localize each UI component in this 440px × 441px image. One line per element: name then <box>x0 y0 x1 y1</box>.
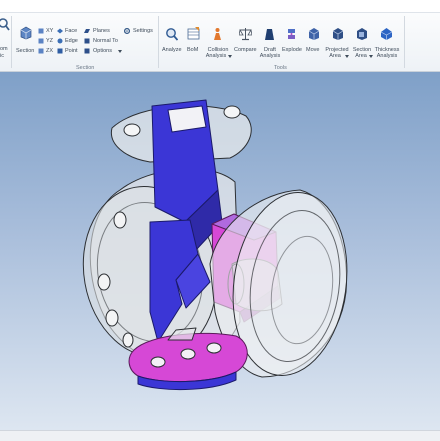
edge-icon <box>57 38 63 44</box>
cut-label-1: om <box>0 46 8 52</box>
options-icon <box>84 48 90 54</box>
collision-figure-icon <box>214 28 221 40</box>
face-label: Face <box>65 28 78 34</box>
bom-table-icon <box>187 27 200 40</box>
options-label: Options <box>93 48 112 54</box>
3d-viewport[interactable] <box>0 72 440 430</box>
normal-to-icon <box>84 38 90 44</box>
status-bar <box>0 430 440 441</box>
compare-label: Compare <box>234 47 257 53</box>
thickness-cube-icon <box>380 28 393 40</box>
planes-icon <box>84 29 90 33</box>
yz-plane-icon <box>38 38 44 44</box>
ribbon-separator <box>158 16 159 68</box>
explode-icon <box>288 29 295 39</box>
bolt-hole <box>122 332 134 348</box>
ribbon-separator <box>404 16 405 68</box>
planes-label: Planes <box>93 28 110 34</box>
settings-label: Settings <box>133 28 153 34</box>
top-boss-hole <box>223 105 241 119</box>
draft-label-2: Analysis <box>259 53 281 59</box>
base-hole <box>150 356 166 368</box>
explode-label: Explode <box>282 47 302 53</box>
move-cube-icon <box>308 28 320 40</box>
base-hole <box>180 348 196 360</box>
edge-label: Edge <box>65 38 78 44</box>
magnifier-icon[interactable] <box>0 17 10 31</box>
thickness-label-2: Analysis <box>376 53 398 59</box>
ribbon-toolbar: om ic Section XY YZ ZX Face Edge Point P… <box>0 12 440 72</box>
draft-bell-icon <box>265 29 274 40</box>
zx-plane-icon <box>38 48 44 54</box>
bolt-hole <box>97 273 111 291</box>
xy-label: XY <box>46 28 54 34</box>
section-cube-icon <box>20 26 32 40</box>
compare-scale-icon <box>239 28 252 41</box>
title-strip <box>0 0 440 12</box>
move-label: Move <box>306 47 320 53</box>
base-hole <box>206 342 222 354</box>
projected-area-icon <box>332 28 344 40</box>
bom-label: BoM <box>187 47 199 53</box>
bolt-hole <box>113 211 127 229</box>
collision-label-2: Analysis <box>205 53 227 59</box>
top-boss-hole <box>123 123 141 137</box>
tools-group-label: Tools <box>274 65 287 71</box>
chevron-down-icon <box>228 55 232 58</box>
face-icon <box>57 28 63 34</box>
xy-plane-icon <box>38 28 44 34</box>
chevron-down-icon <box>118 50 122 53</box>
zx-label: ZX <box>46 48 54 54</box>
point-icon <box>57 48 63 54</box>
bolt-hole <box>105 309 119 327</box>
gear-icon <box>124 28 130 34</box>
yz-label: YZ <box>46 38 54 44</box>
section-area-icon <box>357 28 367 40</box>
section-label: Section <box>16 48 35 54</box>
section-group-label: Section <box>76 65 95 71</box>
ribbon-separator <box>11 16 12 68</box>
analyze-label: Analyze <box>162 47 182 53</box>
cad-model-drawing <box>82 99 348 391</box>
point-label: Point <box>65 48 78 54</box>
cut-label-2: ic <box>0 53 4 59</box>
normal-to-label: Normal To <box>93 38 118 44</box>
analyze-magnifier-icon <box>166 28 178 41</box>
